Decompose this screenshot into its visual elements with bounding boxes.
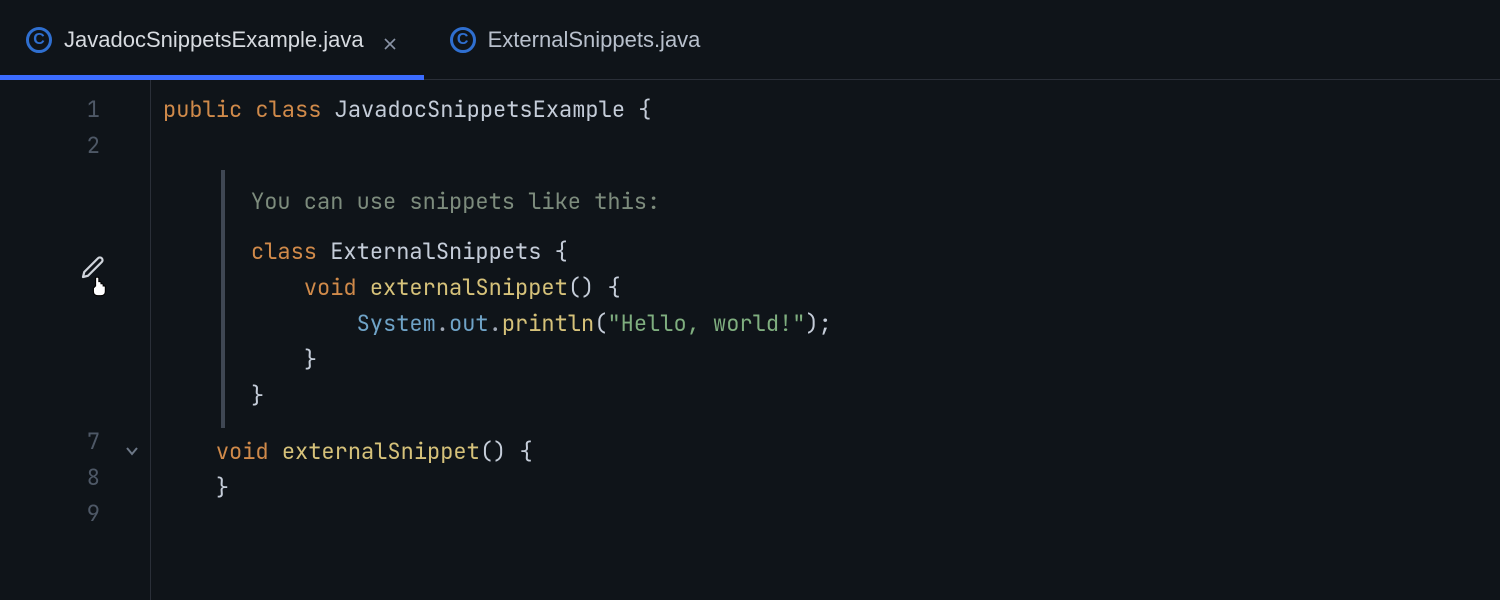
javadoc-description: You can use snippets like this:: [251, 184, 1500, 220]
java-class-icon: C: [450, 27, 476, 53]
line-number: 7: [0, 424, 150, 460]
line-number: 2: [0, 128, 150, 164]
tab-label: JavadocSnippetsExample.java: [64, 27, 364, 53]
code-line: [151, 128, 1500, 164]
java-class-icon: C: [26, 27, 52, 53]
tab-active-file[interactable]: C JavadocSnippetsExample.java: [0, 0, 424, 79]
ide-root: C JavadocSnippetsExample.java C External…: [0, 0, 1500, 600]
tab-label: ExternalSnippets.java: [488, 27, 701, 53]
doc-gutter-spacer: [0, 164, 150, 424]
line-number: 1: [0, 92, 150, 128]
code-line: void externalSnippet() {: [151, 434, 1500, 470]
chevron-down-icon[interactable]: [124, 434, 140, 470]
line-number: 9: [0, 496, 150, 532]
javadoc-snippet-code: class ExternalSnippets { void externalSn…: [251, 234, 1500, 414]
pointer-cursor-icon: [88, 274, 114, 311]
code-line: public class JavadocSnippetsExample {: [151, 92, 1500, 128]
code-area[interactable]: public class JavadocSnippetsExample { Yo…: [150, 80, 1500, 600]
tab-file[interactable]: C ExternalSnippets.java: [424, 0, 727, 79]
tab-strip: C JavadocSnippetsExample.java C External…: [0, 0, 1500, 80]
gutter: 1 2 7 8 9: [0, 80, 150, 600]
javadoc-rendered-block[interactable]: You can use snippets like this: class Ex…: [221, 170, 1500, 428]
close-icon[interactable]: [382, 32, 398, 48]
code-line: }: [151, 470, 1500, 506]
editor: 1 2 7 8 9 public class JavadocSnipp: [0, 80, 1500, 600]
code-line: [151, 506, 1500, 542]
